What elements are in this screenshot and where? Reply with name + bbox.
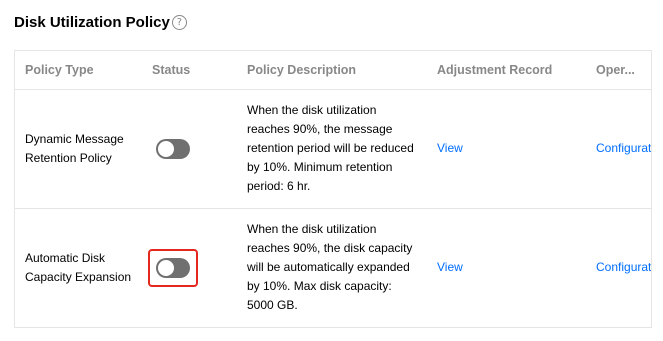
- policy-type-cell: Dynamic Message Retention Policy: [15, 89, 142, 209]
- configuration-link[interactable]: Configuration: [596, 260, 651, 274]
- toggle-knob: [158, 259, 174, 276]
- header-adjustment-record: Adjustment Record: [427, 51, 586, 90]
- operation-cell: Configuration: [586, 208, 651, 327]
- header-operation: Oper...: [586, 51, 651, 90]
- section-header: Disk Utilization Policy ?: [14, 12, 187, 32]
- status-cell: [142, 89, 237, 209]
- policy-type-cell: Automatic Disk Capacity Expansion: [25, 250, 132, 284]
- view-record-link[interactable]: View: [437, 141, 463, 155]
- adjustment-record-cell: View: [427, 208, 586, 327]
- table-row: Dynamic Message Retention Policy When th…: [15, 89, 651, 209]
- policy-description-cell: When the disk utilization reaches 90%, t…: [237, 89, 427, 209]
- operation-cell: Configuration: [586, 89, 651, 209]
- table-row: Automatic Disk Capacity Expansion When t…: [15, 208, 651, 327]
- auto-expansion-toggle[interactable]: [156, 257, 190, 278]
- view-record-link[interactable]: View: [437, 260, 463, 274]
- highlight-box: [148, 248, 198, 287]
- policy-description-cell: When the disk utilization reaches 90%, t…: [247, 222, 413, 313]
- header-policy-type: Policy Type: [15, 51, 142, 90]
- adjustment-record-cell: View: [427, 89, 586, 209]
- table-header-row: Policy Type Status Policy Description Ad…: [15, 51, 651, 90]
- retention-policy-toggle[interactable]: [156, 138, 190, 159]
- policy-table: Policy Type Status Policy Description Ad…: [14, 50, 652, 328]
- toggle-knob: [158, 140, 174, 157]
- page: Disk Utilization Policy ? Policy Type St…: [0, 0, 663, 341]
- help-icon[interactable]: ?: [171, 15, 187, 30]
- header-status: Status: [142, 51, 237, 90]
- header-policy-description: Policy Description: [237, 51, 427, 90]
- configuration-link[interactable]: Configuration: [596, 141, 651, 155]
- section-title: Disk Utilization Policy: [14, 13, 170, 31]
- status-cell: [142, 208, 237, 327]
